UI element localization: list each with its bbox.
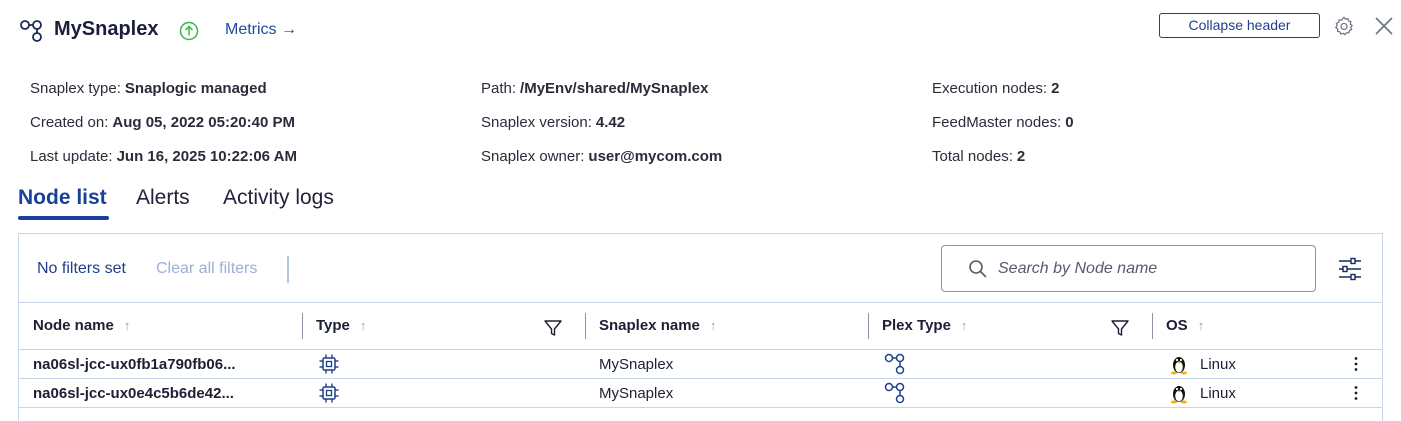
- table-row[interactable]: na06sl-jcc-ux0e4c5b6de42... MySnaplex Li…: [19, 379, 1382, 408]
- snaplex-owner-field: Snaplex owner: user@mycom.com: [481, 148, 722, 165]
- search-input[interactable]: [998, 256, 1298, 282]
- cpu-icon: [319, 354, 339, 374]
- last-update-label: Last update:: [30, 148, 113, 165]
- tab-node-list[interactable]: Node list: [18, 186, 107, 210]
- snaplex-owner-label: Snaplex owner:: [481, 148, 585, 165]
- snaplex-name-cell: MySnaplex: [599, 356, 674, 373]
- snaplex-type-field: Snaplex type: Snaplogic managed: [30, 80, 267, 97]
- snaplex-owner-value: user@mycom.com: [588, 148, 723, 165]
- column-header-snaplex-name[interactable]: Snaplex name ↑: [599, 317, 716, 334]
- gear-icon[interactable]: [1333, 15, 1355, 37]
- snaplex-version-label: Snaplex version:: [481, 114, 592, 131]
- path-label: Path:: [481, 80, 517, 97]
- more-actions-icon[interactable]: [1353, 385, 1359, 401]
- execution-nodes-value: 2: [1051, 80, 1060, 97]
- cpu-icon: [319, 383, 339, 403]
- last-update-field: Last update: Jun 16, 2025 10:22:06 AM: [30, 148, 297, 165]
- snaplex-version-field: Snaplex version: 4.42: [481, 114, 625, 131]
- plex-type-filter-funnel-icon[interactable]: [1110, 318, 1130, 338]
- execution-nodes-field: Execution nodes: 2: [932, 80, 1059, 97]
- collapse-header-button[interactable]: Collapse header: [1159, 13, 1320, 38]
- os-cell: Linux: [1200, 385, 1236, 402]
- search-box[interactable]: [941, 245, 1316, 292]
- created-on-field: Created on: Aug 05, 2022 05:20:40 PM: [30, 114, 295, 131]
- tab-activity-logs[interactable]: Activity logs: [223, 186, 334, 210]
- feedmaster-nodes-field: FeedMaster nodes: 0: [932, 114, 1074, 131]
- total-nodes-label: Total nodes:: [932, 148, 1013, 165]
- execution-nodes-label: Execution nodes:: [932, 80, 1048, 97]
- column-header-type[interactable]: Type ↑: [316, 317, 366, 334]
- linux-icon: [1171, 357, 1187, 375]
- snaplex-type-value: Snaplogic managed: [124, 80, 267, 97]
- path-field: Path:/MyEnv/shared/MySnaplex: [481, 80, 708, 97]
- column-divider[interactable]: [302, 313, 303, 339]
- column-divider[interactable]: [585, 313, 586, 339]
- snaplex-type-label: Snaplex type:: [30, 80, 121, 97]
- total-nodes-field: Total nodes: 2: [932, 148, 1025, 165]
- snaplex-icon: [884, 382, 905, 404]
- close-icon[interactable]: [1374, 16, 1394, 36]
- search-icon: [969, 260, 987, 278]
- column-header-plex-type[interactable]: Plex Type ↑: [882, 317, 967, 334]
- snaplex-version-value: 4.42: [595, 114, 626, 131]
- sort-arrow-icon[interactable]: ↑: [1198, 318, 1205, 333]
- type-filter-funnel-icon[interactable]: [543, 318, 563, 338]
- page-title: MySnaplex: [54, 18, 159, 40]
- created-on-value: Aug 05, 2022 05:20:40 PM: [112, 114, 295, 131]
- table-header: Node name ↑ Type ↑ Snaplex name ↑ Plex Type…: [19, 302, 1382, 350]
- filter-divider: [287, 256, 289, 283]
- more-actions-icon[interactable]: [1353, 356, 1359, 372]
- node-name-cell[interactable]: na06sl-jcc-ux0e4c5b6de42...: [33, 385, 234, 402]
- sort-arrow-icon[interactable]: ↑: [961, 318, 968, 333]
- snaplex-icon: [884, 353, 905, 375]
- node-list-panel: No filters set Clear all filters Node na…: [18, 233, 1383, 421]
- path-value: /MyEnv/shared/MySnaplex: [520, 80, 709, 97]
- column-header-node-name[interactable]: Node name ↑: [33, 317, 130, 334]
- page-header: MySnaplex Metrics → Collapse header: [0, 0, 1401, 62]
- filter-status[interactable]: No filters set: [37, 260, 126, 278]
- feedmaster-nodes-value: 0: [1065, 114, 1074, 131]
- sort-arrow-icon[interactable]: ↑: [710, 318, 717, 333]
- table-row[interactable]: na06sl-jcc-ux0fb1a790fb06... MySnaplex L…: [19, 350, 1382, 379]
- column-header-os[interactable]: OS ↑: [1166, 317, 1204, 334]
- metrics-link[interactable]: Metrics →: [225, 21, 297, 39]
- column-settings-icon[interactable]: [1337, 256, 1363, 282]
- linux-icon: [1171, 386, 1187, 404]
- sort-arrow-icon[interactable]: ↑: [124, 318, 131, 333]
- active-tab-indicator: [18, 216, 109, 220]
- created-on-label: Created on:: [30, 114, 109, 131]
- total-nodes-value: 2: [1016, 148, 1026, 165]
- last-update-value: Jun 16, 2025 10:22:06 AM: [116, 148, 297, 165]
- snaplex-name-cell: MySnaplex: [599, 385, 674, 402]
- clear-filters-link[interactable]: Clear all filters: [156, 260, 257, 278]
- column-divider[interactable]: [868, 313, 869, 339]
- node-name-cell[interactable]: na06sl-jcc-ux0fb1a790fb06...: [33, 356, 236, 373]
- column-divider[interactable]: [1152, 313, 1153, 339]
- status-up-icon: [179, 21, 199, 41]
- snaplex-icon: [20, 20, 42, 42]
- tab-alerts[interactable]: Alerts: [136, 186, 190, 210]
- sort-arrow-icon[interactable]: ↑: [360, 318, 367, 333]
- feedmaster-nodes-label: FeedMaster nodes:: [932, 114, 1062, 131]
- os-cell: Linux: [1200, 356, 1236, 373]
